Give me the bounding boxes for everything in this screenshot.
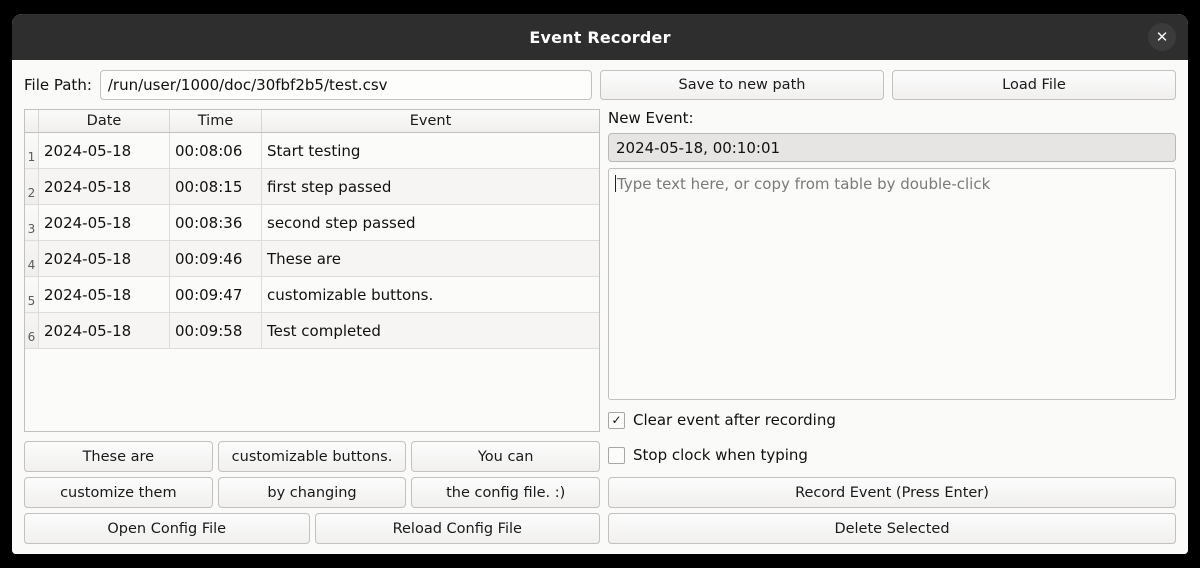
- main-columns: Date Time Event 1 2024-05-18 00:08:06 Start…: [24, 109, 1176, 544]
- table-row[interactable]: 5 2024-05-18 00:09:47 customizable buttons.: [25, 276, 599, 313]
- custom-button-2[interactable]: customizable buttons.: [217, 441, 407, 472]
- file-path-label: File Path:: [24, 76, 92, 94]
- row-cell-event[interactable]: customizable buttons.: [261, 276, 599, 313]
- window-title: Event Recorder: [529, 27, 671, 47]
- stop-clock-checkbox-label: Stop clock when typing: [633, 446, 808, 464]
- row-cell-event[interactable]: Start testing: [261, 132, 599, 169]
- custom-buttons-panel: These are customizable buttons. You can …: [24, 441, 601, 544]
- new-event-label: New Event:: [608, 109, 694, 127]
- event-recorder-window: Event Recorder ✕ File Path: /run/user/10…: [12, 14, 1188, 554]
- row-cell-time[interactable]: 00:08:36: [169, 204, 262, 241]
- row-cell-event[interactable]: These are: [261, 240, 599, 277]
- right-panel: New Event: 2024-05-18, 00:10:01 Type tex…: [608, 109, 1176, 544]
- row-cell-time[interactable]: 00:09:46: [169, 240, 262, 277]
- new-event-textarea[interactable]: Type text here, or copy from table by do…: [608, 168, 1176, 400]
- row-cell-time[interactable]: 00:09:47: [169, 276, 262, 313]
- custom-button-1[interactable]: These are: [24, 441, 213, 472]
- row-cell-time[interactable]: 00:08:06: [169, 132, 262, 169]
- load-file-button[interactable]: Load File: [892, 70, 1176, 100]
- custom-button-3[interactable]: You can: [411, 441, 601, 472]
- title-bar: Event Recorder ✕: [12, 14, 1188, 60]
- custom-button-5[interactable]: by changing: [217, 477, 407, 508]
- left-panel: Date Time Event 1 2024-05-18 00:08:06 Start…: [24, 109, 601, 544]
- config-buttons-row: Open Config File Reload Config File: [24, 513, 600, 544]
- row-cell-date[interactable]: 2024-05-18: [38, 240, 170, 277]
- events-table-container[interactable]: Date Time Event 1 2024-05-18 00:08:06 Start…: [24, 109, 600, 432]
- window-content: File Path: /run/user/1000/doc/30fbf2b5/t…: [12, 60, 1188, 554]
- column-header-date[interactable]: Date: [38, 110, 170, 133]
- events-table-body: 1 2024-05-18 00:08:06 Start testing 2 2024-05…: [25, 132, 599, 349]
- stop-clock-checkbox[interactable]: [608, 446, 625, 464]
- table-row[interactable]: 2 2024-05-18 00:08:15 first step passed: [25, 168, 599, 205]
- reload-config-file-button[interactable]: Reload Config File: [314, 513, 600, 544]
- row-index: 4: [25, 240, 39, 277]
- table-row[interactable]: 6 2024-05-18 00:09:58 Test completed: [25, 312, 599, 349]
- row-cell-date[interactable]: 2024-05-18: [38, 276, 170, 313]
- table-row[interactable]: 4 2024-05-18 00:09:46 These are: [25, 240, 599, 277]
- events-table-header-row: Date Time Event: [25, 110, 599, 133]
- clear-event-checkbox[interactable]: ✓: [608, 411, 625, 429]
- file-path-row: File Path: /run/user/1000/doc/30fbf2b5/t…: [24, 70, 1176, 100]
- events-table-head: Date Time Event: [25, 110, 599, 133]
- row-index: 3: [25, 204, 39, 241]
- row-cell-date[interactable]: 2024-05-18: [38, 204, 170, 241]
- delete-selected-button[interactable]: Delete Selected: [608, 513, 1176, 544]
- file-path-input[interactable]: /run/user/1000/doc/30fbf2b5/test.csv: [99, 70, 592, 100]
- record-event-button[interactable]: Record Event (Press Enter): [608, 477, 1176, 508]
- row-index: 1: [25, 132, 39, 169]
- custom-button-6[interactable]: the config file. :): [411, 477, 601, 508]
- close-icon[interactable]: ✕: [1148, 23, 1176, 51]
- custom-buttons-row-1: These are customizable buttons. You can: [24, 441, 601, 472]
- row-cell-event[interactable]: second step passed: [261, 204, 599, 241]
- column-header-event[interactable]: Event: [261, 110, 599, 133]
- row-index: 5: [25, 276, 39, 313]
- save-to-new-path-button[interactable]: Save to new path: [600, 70, 884, 100]
- table-row[interactable]: 1 2024-05-18 00:08:06 Start testing: [25, 132, 599, 169]
- table-row[interactable]: 3 2024-05-18 00:08:36 second step passed: [25, 204, 599, 241]
- custom-buttons-row-2: customize them by changing the config fi…: [24, 477, 601, 508]
- text-caret: [615, 175, 616, 192]
- row-cell-time[interactable]: 00:08:15: [169, 168, 262, 205]
- column-header-index: [25, 110, 39, 133]
- clear-event-checkbox-label: Clear event after recording: [633, 411, 836, 429]
- row-cell-event[interactable]: first step passed: [261, 168, 599, 205]
- column-header-time[interactable]: Time: [169, 110, 262, 133]
- row-cell-time[interactable]: 00:09:58: [169, 312, 262, 349]
- row-index: 2: [25, 168, 39, 205]
- stop-clock-checkbox-row[interactable]: Stop clock when typing: [608, 440, 1176, 470]
- new-event-timestamp-field: 2024-05-18, 00:10:01: [608, 133, 1176, 162]
- row-cell-event[interactable]: Test completed: [261, 312, 599, 349]
- row-cell-date[interactable]: 2024-05-18: [38, 312, 170, 349]
- file-action-buttons: Save to new path Load File: [600, 70, 1176, 100]
- clear-event-checkbox-row[interactable]: ✓ Clear event after recording: [608, 405, 1176, 435]
- row-index: 6: [25, 312, 39, 349]
- events-table: Date Time Event 1 2024-05-18 00:08:06 Start…: [25, 110, 599, 349]
- new-event-placeholder: Type text here, or copy from table by do…: [617, 175, 991, 193]
- row-cell-date[interactable]: 2024-05-18: [38, 132, 170, 169]
- row-cell-date[interactable]: 2024-05-18: [38, 168, 170, 205]
- event-action-buttons: Record Event (Press Enter) Delete Select…: [608, 477, 1176, 544]
- open-config-file-button[interactable]: Open Config File: [24, 513, 310, 544]
- custom-button-4[interactable]: customize them: [24, 477, 213, 508]
